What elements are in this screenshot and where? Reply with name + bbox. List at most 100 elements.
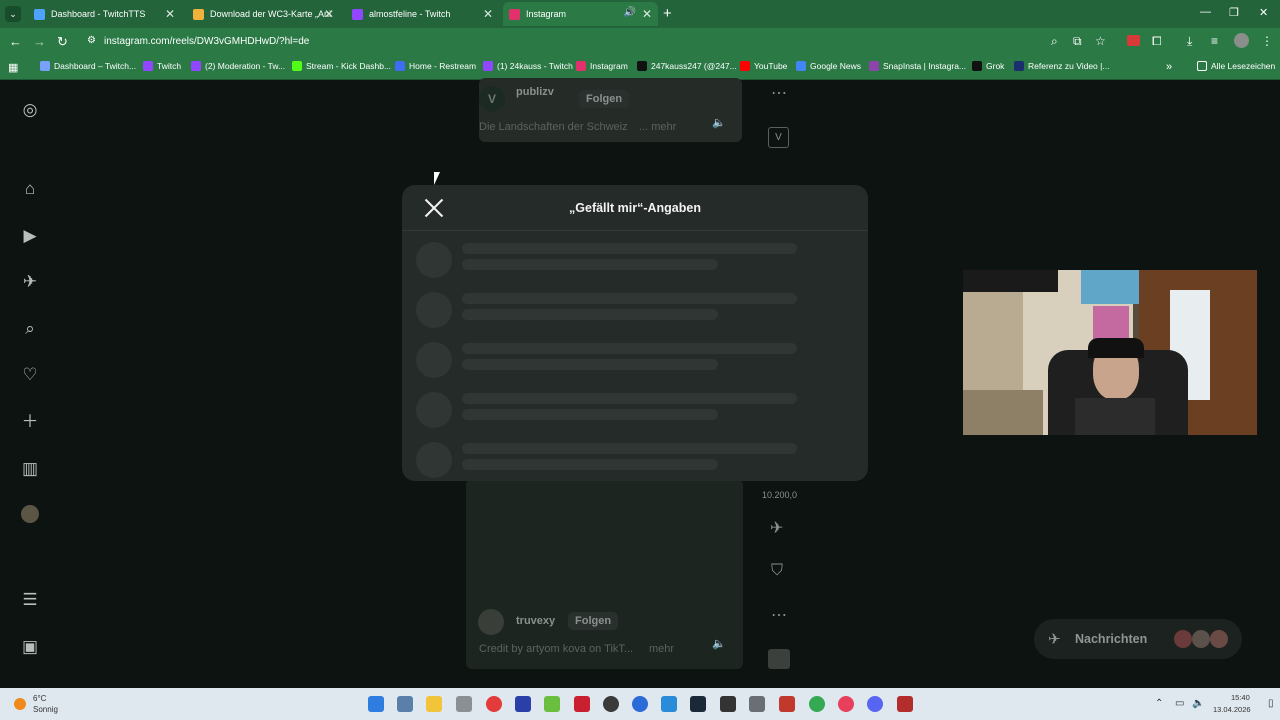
bookmark-item[interactable]: Instagram xyxy=(576,61,628,71)
insights-chart-icon[interactable]: ▥ xyxy=(19,458,41,480)
bookmark-item[interactable]: SnapInsta | Instagra... xyxy=(869,61,966,71)
maximize-icon[interactable]: ❐ xyxy=(1229,6,1239,19)
reading-list-icon[interactable]: ≡ xyxy=(1211,34,1218,48)
install-app-icon[interactable]: ⧉ xyxy=(1073,34,1082,49)
more-link[interactable]: mehr xyxy=(649,643,674,655)
audio-thumbnail-icon[interactable] xyxy=(768,649,790,669)
mouse-app-icon[interactable] xyxy=(456,696,472,712)
audio-badge[interactable]: V xyxy=(768,127,789,148)
publizv-avatar[interactable]: V xyxy=(479,86,505,112)
more-options-icon[interactable]: ⋯ xyxy=(771,83,787,103)
instagram-logo-icon[interactable]: ◎ xyxy=(19,99,41,121)
volume-icon[interactable]: 🔈 xyxy=(1192,698,1204,709)
bookmark-item[interactable]: Dashboard – Twitch... xyxy=(40,61,136,71)
bookmark-item[interactable]: (2) Moderation - Tw... xyxy=(191,61,285,71)
home-icon[interactable]: ⌂ xyxy=(19,178,41,200)
apps-grid-icon[interactable]: ▦ xyxy=(8,61,18,74)
calculator-icon[interactable] xyxy=(397,696,413,712)
tray-chevron-icon[interactable]: ⌃ xyxy=(1155,698,1163,709)
apps-icon[interactable]: ▣ xyxy=(19,636,41,658)
mute-icon[interactable]: 🔈 xyxy=(712,637,726,650)
weather-description[interactable]: Sonnig xyxy=(33,705,58,714)
clock-time[interactable]: 15:40 xyxy=(1231,693,1250,702)
bluestacks-icon[interactable] xyxy=(544,696,560,712)
close-tab-icon[interactable]: ✕ xyxy=(324,7,334,21)
site-info-icon[interactable]: ⚙ xyxy=(87,35,96,46)
bookmark-item[interactable]: YouTube xyxy=(740,61,787,71)
start-windows-icon[interactable] xyxy=(368,696,384,712)
profile-avatar[interactable] xyxy=(1234,33,1249,48)
bookmark-star-icon[interactable]: ☆ xyxy=(1095,34,1106,48)
address-bar[interactable]: ⚙ instagram.com/reels/DW3vGMHDHwD/?hl=de xyxy=(82,31,1122,52)
app-icon[interactable] xyxy=(779,696,795,712)
downloads-icon[interactable]: ⤓ xyxy=(1187,34,1192,49)
zoom-icon[interactable]: ⌕ xyxy=(1051,34,1058,49)
opera-icon[interactable] xyxy=(838,696,854,712)
bookmark-item[interactable]: Google News xyxy=(796,61,861,71)
steam-icon[interactable] xyxy=(690,696,706,712)
minimize-icon[interactable]: — xyxy=(1200,6,1211,18)
network-icon[interactable]: ▭ xyxy=(1175,698,1184,709)
follow-button[interactable]: Folgen xyxy=(568,612,619,630)
reel-card-top[interactable]: V publizv Folgen Die Landschaften der Sc… xyxy=(479,78,742,142)
obs-icon[interactable] xyxy=(603,696,619,712)
discord-icon[interactable] xyxy=(867,696,883,712)
bookmark-item[interactable]: Grok xyxy=(972,61,1004,71)
tab-instagram[interactable]: Instagram 🔊 ✕ xyxy=(503,2,658,26)
app-icon[interactable] xyxy=(749,696,765,712)
more-link[interactable]: ... mehr xyxy=(639,121,676,133)
back-arrow-icon[interactable]: ← xyxy=(9,34,22,49)
all-bookmarks-folder[interactable]: Alle Lesezeichen xyxy=(1197,61,1275,71)
save-bookmark-icon[interactable]: ⛉ xyxy=(771,562,783,580)
file-explorer-icon[interactable] xyxy=(426,696,442,712)
messages-button[interactable]: ✈ Nachrichten xyxy=(1034,619,1242,659)
app-icon[interactable] xyxy=(897,696,913,712)
reel-card-bottom[interactable]: truvexy Folgen Credit by artyom kova on … xyxy=(466,479,743,669)
mute-icon[interactable]: 🔈 xyxy=(712,116,726,129)
app-icon[interactable] xyxy=(661,696,677,712)
direct-message-icon[interactable]: ✈ xyxy=(19,271,41,293)
clock-date[interactable]: 13.04.2026 xyxy=(1213,705,1251,714)
adblock-extension-icon[interactable] xyxy=(1127,35,1140,46)
like-count[interactable]: 10.200,0 xyxy=(762,490,797,500)
reload-icon[interactable]: ↻ xyxy=(57,34,68,50)
notifications-heart-icon[interactable]: ♡ xyxy=(19,364,41,386)
close-tab-icon[interactable]: ✕ xyxy=(642,7,652,21)
app-icon[interactable] xyxy=(574,696,590,712)
app-icon[interactable] xyxy=(720,696,736,712)
follow-button[interactable]: Folgen xyxy=(579,90,630,108)
app-icon[interactable] xyxy=(486,696,502,712)
weather-sun-icon[interactable] xyxy=(14,698,26,710)
notification-icon[interactable]: ▯ xyxy=(1268,698,1274,709)
url-text[interactable]: instagram.com/reels/DW3vGMHDHwD/?hl=de xyxy=(104,36,309,47)
truvexy-avatar[interactable] xyxy=(478,609,504,635)
reel-username[interactable]: truvexy xyxy=(516,615,555,627)
reel-username[interactable]: publizv xyxy=(516,86,554,98)
menu-kebab-icon[interactable]: ⋮ xyxy=(1261,34,1273,48)
vpn-app-icon[interactable] xyxy=(515,696,531,712)
close-tab-icon[interactable]: ✕ xyxy=(483,7,493,21)
share-icon[interactable]: ✈ xyxy=(770,518,783,538)
more-options-icon[interactable]: ⋯ xyxy=(771,605,787,625)
tab-wc3-download[interactable]: Download der WC3-Karte „Ani ✕ xyxy=(185,2,340,26)
bookmark-item[interactable]: Home - Restream xyxy=(395,61,476,71)
app-icon[interactable] xyxy=(632,696,648,712)
extensions-puzzle-icon[interactable]: ⧠ xyxy=(1152,34,1162,49)
profile-avatar[interactable] xyxy=(19,505,41,527)
forward-arrow-icon[interactable]: → xyxy=(33,34,46,49)
new-tab-button[interactable]: + xyxy=(663,5,672,22)
search-icon[interactable]: ⌕ xyxy=(19,318,41,340)
reels-icon[interactable]: ▶ xyxy=(19,225,41,247)
tab-almostfeline-twitch[interactable]: almostfeline - Twitch ✕ xyxy=(344,2,499,26)
bookmark-item[interactable]: Referenz zu Video |... xyxy=(1014,61,1109,71)
chrome-icon[interactable] xyxy=(809,696,825,712)
audio-playing-icon[interactable]: 🔊 xyxy=(624,7,636,18)
tab-search-button[interactable]: ⌄ xyxy=(5,6,21,22)
tab-dashboard-twitchtts[interactable]: Dashboard - TwitchTTS ✕ xyxy=(26,2,181,26)
bookmark-item[interactable]: Twitch xyxy=(143,61,181,71)
create-plus-icon[interactable]: ＋ xyxy=(19,411,41,433)
close-tab-icon[interactable]: ✕ xyxy=(165,7,175,21)
bookmarks-overflow-icon[interactable]: » xyxy=(1166,61,1172,73)
weather-temperature[interactable]: 6°C xyxy=(33,694,46,703)
bookmark-item[interactable]: Stream - Kick Dashb... xyxy=(292,61,391,71)
